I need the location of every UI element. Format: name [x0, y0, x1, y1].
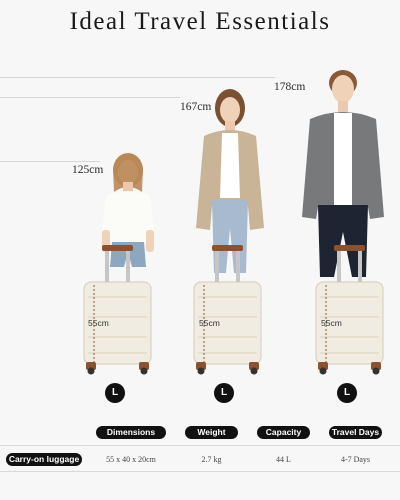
spec-value-dimensions: 55 x 40 x 20cm	[106, 455, 156, 464]
spec-row-label: Carry-on luggage	[6, 453, 82, 466]
suitcase-child	[83, 245, 152, 375]
spec-header-weight: Weight	[185, 426, 238, 439]
height-line-man	[0, 77, 275, 78]
spec-rule-bottom	[0, 471, 400, 472]
spec-header-capacity: Capacity	[257, 426, 310, 439]
page-title: Ideal Travel Essentials	[69, 8, 331, 35]
spec-header-dimensions: Dimensions	[96, 426, 166, 439]
size-badge-child: L	[105, 383, 125, 403]
spec-value-capacity: 44 L	[276, 455, 291, 464]
size-badge-woman: L	[214, 383, 234, 403]
height-line-child	[0, 161, 100, 162]
height-line-woman	[0, 97, 180, 98]
suitcase-man	[315, 245, 384, 375]
spec-rule-top	[0, 445, 400, 446]
size-badge-man: L	[337, 383, 357, 403]
case-height-label-woman: 55cm	[199, 318, 220, 328]
case-height-label-child: 55cm	[88, 318, 109, 328]
spec-value-weight: 2.7 kg	[201, 455, 222, 464]
spec-value-travel-days: 4-7 Days	[340, 455, 371, 464]
spec-header-travel-days: Travel Days	[329, 426, 382, 439]
case-height-label-man: 55cm	[321, 318, 342, 328]
suitcase-woman	[193, 245, 262, 375]
